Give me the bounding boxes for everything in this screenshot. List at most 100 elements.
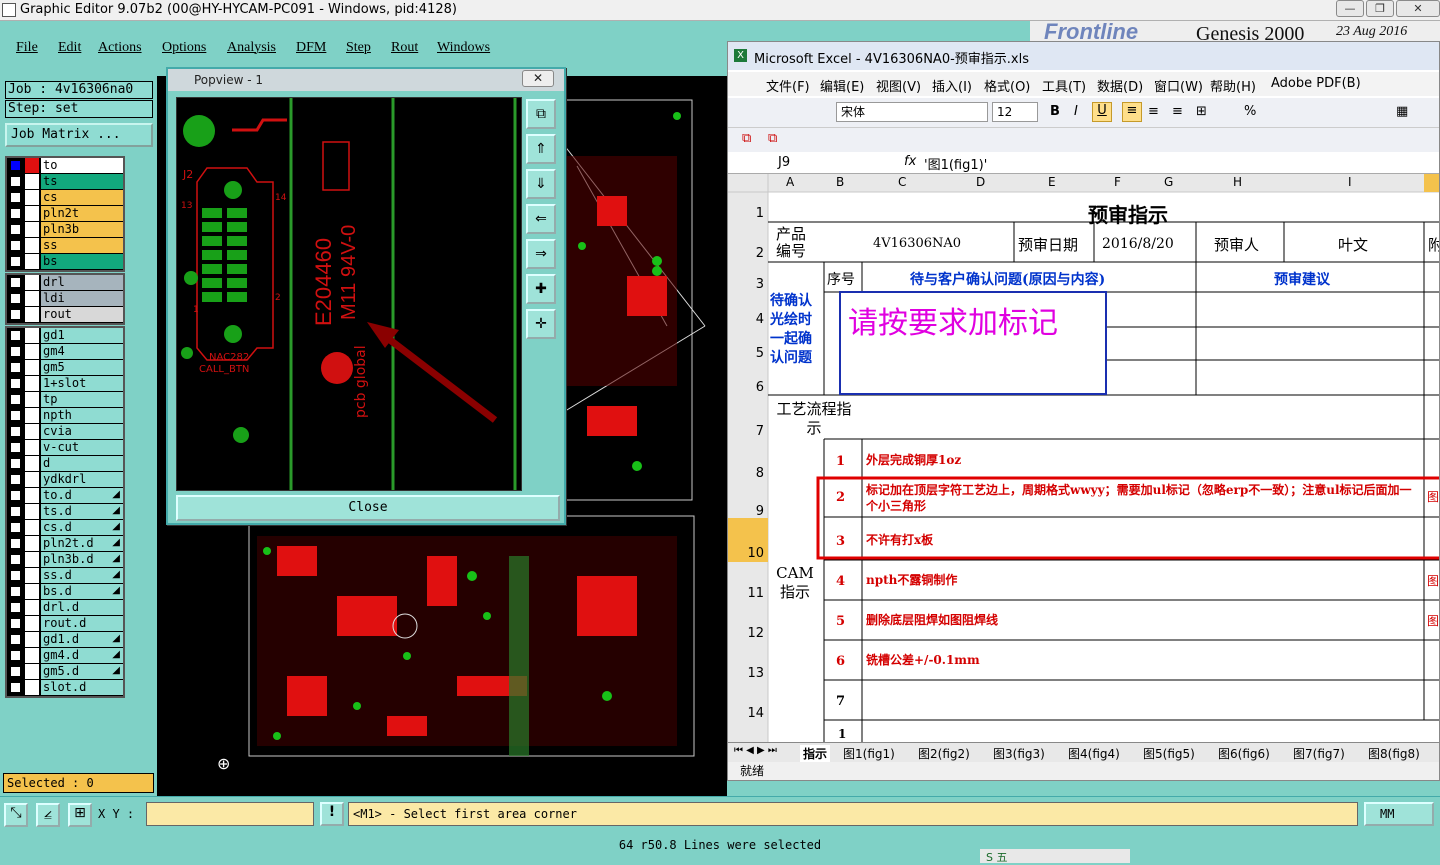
- pan-down-icon[interactable]: ⇓: [526, 169, 556, 199]
- layer-name[interactable]: rout: [41, 307, 123, 322]
- sheet-tab[interactable]: 图5(fig5): [1140, 745, 1198, 762]
- layer-color-swatch[interactable]: [25, 520, 39, 535]
- row-header[interactable]: 9: [736, 504, 764, 519]
- layer-checkbox[interactable]: [10, 346, 21, 357]
- layer-name[interactable]: bs: [41, 254, 123, 269]
- column-header[interactable]: A: [786, 175, 794, 189]
- menu-options[interactable]: Options: [162, 40, 206, 56]
- layer-name[interactable]: pln2t.d: [41, 536, 123, 551]
- layer-name[interactable]: d: [41, 456, 123, 471]
- excel-menu-help[interactable]: 帮助(H): [1210, 76, 1256, 95]
- menu-rout[interactable]: Rout: [391, 40, 418, 56]
- row-header[interactable]: 8: [736, 466, 764, 481]
- layer-row[interactable]: ts.d ◢: [7, 504, 123, 520]
- layer-color-swatch[interactable]: [25, 408, 39, 423]
- menu-analysis[interactable]: Analysis: [227, 40, 276, 56]
- italic-button[interactable]: I: [1074, 104, 1078, 119]
- item-text[interactable]: npth不露铜制作: [866, 572, 1418, 588]
- sheet-tab[interactable]: 图2(fig2): [915, 745, 973, 762]
- row-header[interactable]: 1: [736, 206, 764, 221]
- product-label[interactable]: 产品编号: [776, 226, 816, 260]
- layer-color-swatch[interactable]: [25, 190, 39, 205]
- layer-color-swatch[interactable]: [25, 456, 39, 471]
- item-number[interactable]: 1: [836, 454, 845, 469]
- sheet-tab[interactable]: 图6(fig6): [1215, 745, 1273, 762]
- layer-row[interactable]: bs: [7, 254, 123, 270]
- layer-name[interactable]: pln2t: [41, 206, 123, 221]
- layer-row[interactable]: cs.d ◢: [7, 520, 123, 536]
- layer-row[interactable]: cs: [7, 190, 123, 206]
- layer-checkbox[interactable]: [10, 650, 21, 661]
- layer-color-swatch[interactable]: [25, 275, 39, 290]
- layer-color-swatch[interactable]: [25, 206, 39, 221]
- spreadsheet-grid[interactable]: ABCDEFGHI 1 2 3 4 5 6 7 8 9 10 11 12 13 14 预审指示 产品编号 …: [728, 174, 1439, 742]
- excel-menu-file[interactable]: 文件(F): [766, 76, 810, 95]
- item-text[interactable]: 不许有打x板: [866, 532, 1418, 548]
- column-header[interactable]: C: [898, 175, 906, 189]
- layer-row[interactable]: pln3b.d ◢: [7, 552, 123, 568]
- zoom-out-icon[interactable]: ✛: [526, 309, 556, 339]
- layer-checkbox[interactable]: [10, 602, 21, 613]
- layer-color-swatch[interactable]: [25, 536, 39, 551]
- close-button[interactable]: ✕: [1396, 0, 1440, 17]
- layer-checkbox[interactable]: [10, 378, 21, 389]
- layer-color-swatch[interactable]: [25, 584, 39, 599]
- layer-row[interactable]: gd1.d ◢: [7, 632, 123, 648]
- textbox-note[interactable]: 请按要求加标记: [848, 298, 1058, 342]
- layer-name[interactable]: to: [41, 158, 123, 173]
- layer-checkbox[interactable]: [10, 277, 21, 288]
- layer-color-swatch[interactable]: [25, 616, 39, 631]
- layer-name[interactable]: cs: [41, 190, 123, 205]
- layer-row[interactable]: ss: [7, 238, 123, 254]
- excel-menu-data[interactable]: 数据(D): [1097, 76, 1143, 95]
- layer-row[interactable]: to: [7, 158, 123, 174]
- layer-color-swatch[interactable]: [25, 307, 39, 322]
- layer-row[interactable]: tp: [7, 392, 123, 408]
- item-number[interactable]: 4: [836, 574, 845, 589]
- layer-checkbox[interactable]: [10, 458, 21, 469]
- layer-color-swatch[interactable]: [25, 440, 39, 455]
- layer-name[interactable]: gd1.d: [41, 632, 123, 647]
- layer-row[interactable]: gm4: [7, 344, 123, 360]
- layer-color-swatch[interactable]: [25, 376, 39, 391]
- minimize-button[interactable]: —: [1336, 0, 1364, 17]
- pan-left-icon[interactable]: ⇐: [526, 204, 556, 234]
- layer-color-swatch[interactable]: [25, 291, 39, 306]
- layer-row[interactable]: rout.d: [7, 616, 123, 632]
- layer-row[interactable]: drl: [7, 275, 123, 291]
- popview-close-icon[interactable]: ✕: [522, 70, 554, 87]
- layer-row[interactable]: bs.d ◢: [7, 584, 123, 600]
- layer-checkbox[interactable]: [10, 682, 21, 693]
- layer-row[interactable]: ss.d ◢: [7, 568, 123, 584]
- sheet-tab[interactable]: 图7(fig7): [1290, 745, 1348, 762]
- column-header[interactable]: F: [1114, 175, 1121, 189]
- layer-row[interactable]: rout: [7, 307, 123, 323]
- layer-row[interactable]: d: [7, 456, 123, 472]
- popview-canvas[interactable]: J2 13 1 14 2 NAC282 CALL_BTN E204460 M11…: [176, 97, 522, 491]
- layer-color-swatch[interactable]: [25, 648, 39, 663]
- bold-button[interactable]: B: [1050, 104, 1060, 119]
- menu-windows[interactable]: Windows: [437, 40, 490, 56]
- layer-checkbox[interactable]: [10, 618, 21, 629]
- item-text[interactable]: 删除底层阻焊如图阻焊线: [866, 612, 1418, 628]
- merge-center-icon[interactable]: ⊞: [1196, 104, 1207, 119]
- sheet-tab[interactable]: 图3(fig3): [990, 745, 1048, 762]
- units-select[interactable]: MM: [1364, 802, 1434, 826]
- layer-color-swatch[interactable]: [25, 552, 39, 567]
- item-number[interactable]: 5: [836, 614, 845, 629]
- reviewer-name[interactable]: 叶文: [1338, 234, 1368, 255]
- measure-icon[interactable]: ⦤: [36, 803, 60, 827]
- layer-name[interactable]: cs.d: [41, 520, 123, 535]
- suggestion-header[interactable]: 预审建议: [1274, 269, 1330, 289]
- column-header[interactable]: H: [1233, 175, 1242, 189]
- menu-dfm[interactable]: DFM: [296, 40, 326, 56]
- layer-name[interactable]: cvia: [41, 424, 123, 439]
- layer-color-swatch[interactable]: [25, 392, 39, 407]
- xy-input[interactable]: [146, 802, 314, 826]
- layer-checkbox[interactable]: [10, 554, 21, 565]
- menu-file[interactable]: File: [16, 40, 38, 56]
- layer-checkbox[interactable]: [10, 208, 21, 219]
- excel-menu-adobe-pdf[interactable]: Adobe PDF(B): [1271, 76, 1361, 91]
- menu-edit[interactable]: Edit: [58, 40, 81, 56]
- excel-menu-tools[interactable]: 工具(T): [1042, 76, 1086, 95]
